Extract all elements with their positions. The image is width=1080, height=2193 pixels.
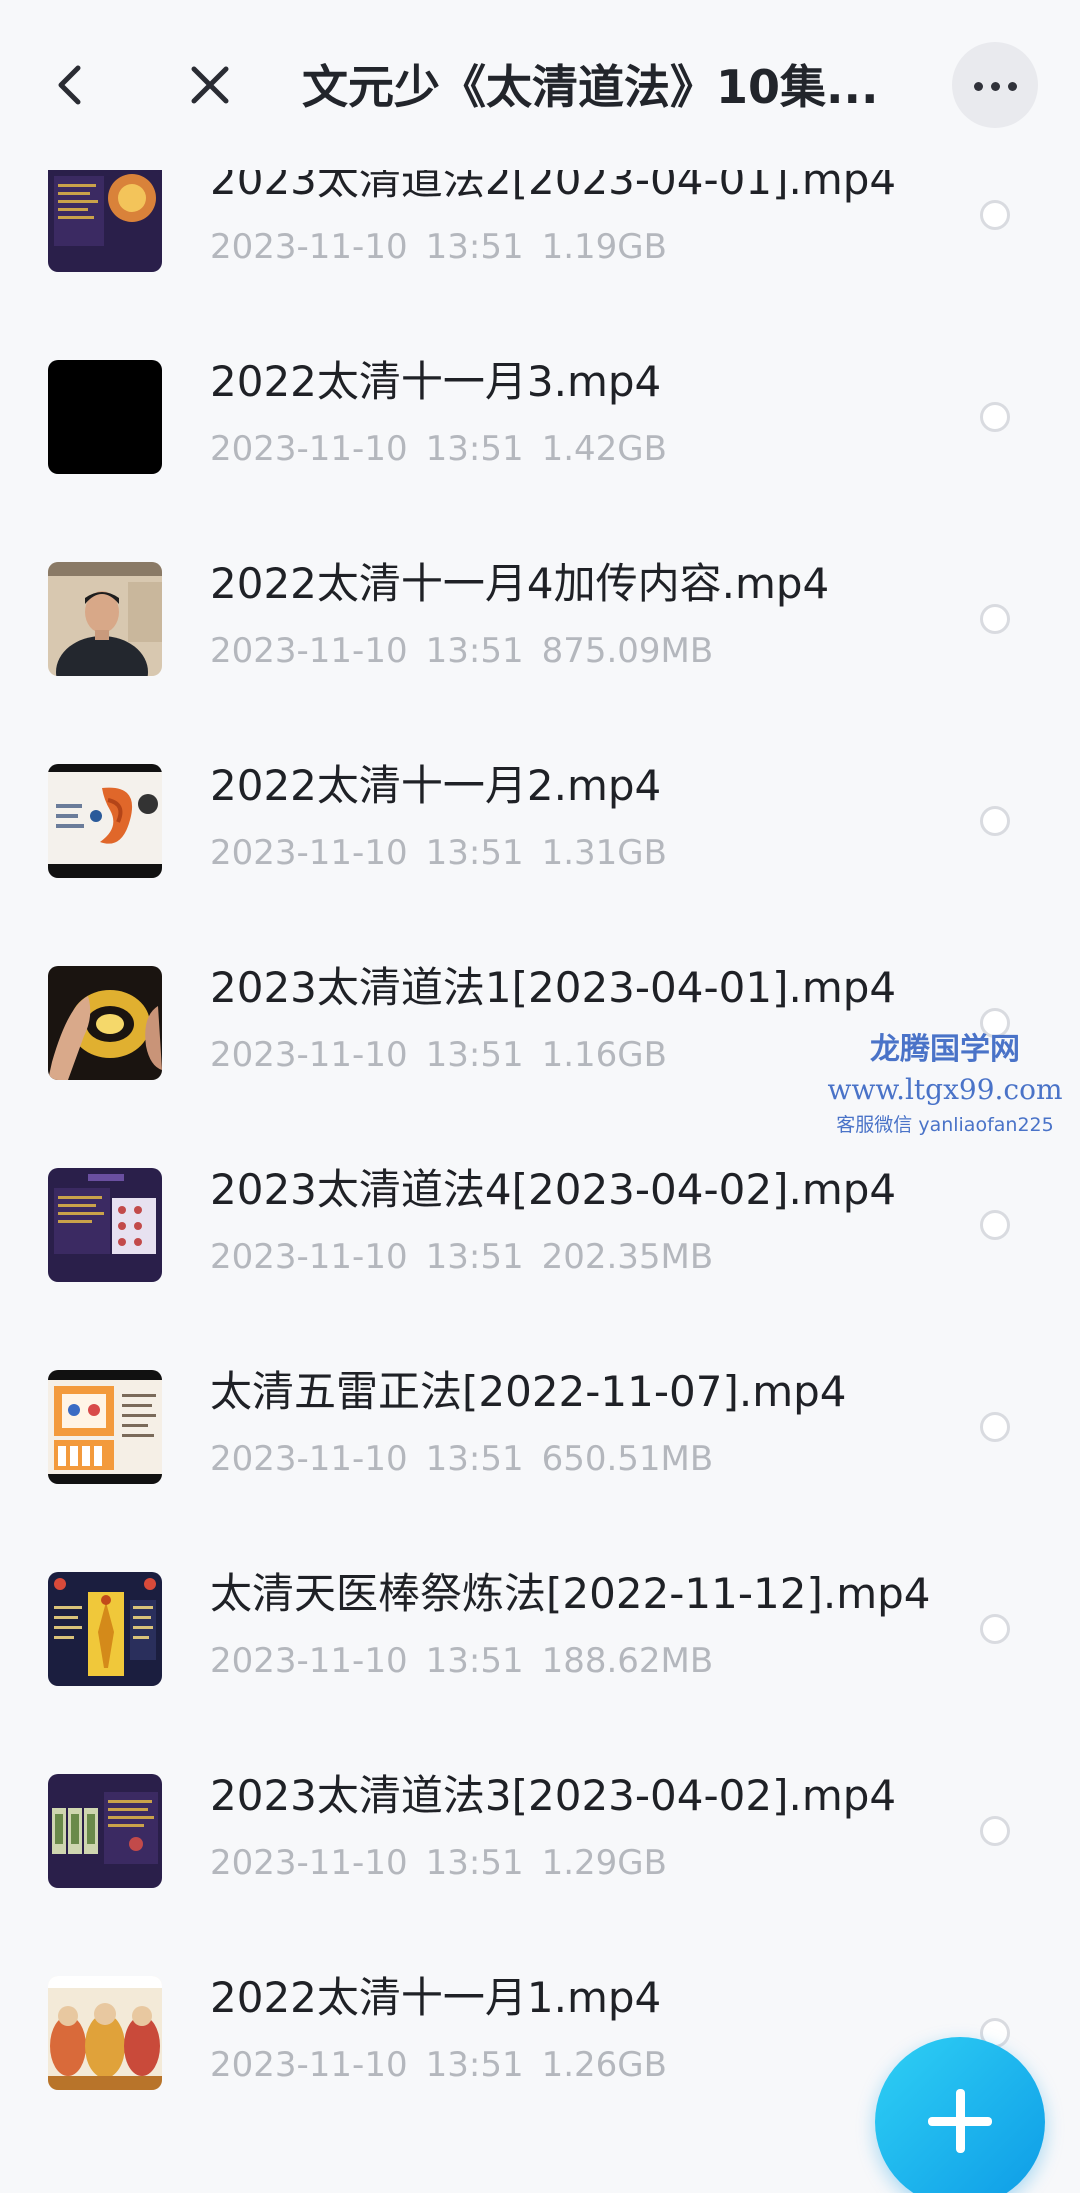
top-bar: 文元少《太清道法》10集...: [0, 0, 1080, 170]
file-name: 太清天医棒祭炼法[2022-11-12].mp4: [210, 1569, 931, 1618]
select-radio[interactable]: [980, 1412, 1010, 1442]
file-size: 1.26GB: [541, 2045, 667, 2085]
file-meta: 2023-11-10 13:51 1.29GB: [210, 1840, 667, 1886]
file-meta: 2023-11-10 13:51 202.35MB: [210, 1234, 713, 1280]
file-time: 13:51: [425, 2045, 524, 2085]
file-meta: 2023-11-10 13:51 1.31GB: [210, 830, 667, 876]
video-thumbnail: [48, 360, 162, 474]
file-row[interactable]: 太清五雷正法[2022-11-07].mp4 2023-11-10 13:51 650…: [0, 1356, 1080, 1560]
watermark-title: 龙腾国学网: [870, 1032, 1020, 1067]
more-button[interactable]: [952, 42, 1038, 128]
file-size: 202.35MB: [541, 1237, 714, 1277]
video-thumbnail: [48, 1572, 162, 1686]
file-name: 2023太清道法1[2023-04-01].mp4: [210, 963, 897, 1012]
file-size: 1.16GB: [541, 1035, 667, 1075]
file-size: 1.29GB: [541, 1843, 667, 1883]
file-row[interactable]: 太清天医棒祭炼法[2022-11-12].mp4 2023-11-10 13:51 1…: [0, 1558, 1080, 1762]
file-row[interactable]: 2022太清十一月2.mp4 2023-11-10 13:51 1.31GB: [0, 750, 1080, 954]
select-radio[interactable]: [980, 1614, 1010, 1644]
video-thumbnail: [48, 1774, 162, 1888]
file-time: 13:51: [425, 1439, 524, 1479]
file-time: 13:51: [425, 833, 524, 873]
file-meta: 2023-11-10 13:51 1.19GB: [210, 224, 667, 270]
file-row[interactable]: 2023太清道法4[2023-04-02].mp4 2023-11-10 13:51…: [0, 1154, 1080, 1358]
file-date: 2023-11-10: [210, 1035, 408, 1075]
file-date: 2023-11-10: [210, 429, 408, 469]
file-time: 13:51: [425, 1237, 524, 1277]
file-size: 1.19GB: [541, 227, 667, 267]
file-meta: 2023-11-10 13:51 1.16GB: [210, 1032, 667, 1078]
file-date: 2023-11-10: [210, 1843, 408, 1883]
file-date: 2023-11-10: [210, 1237, 408, 1277]
file-time: 13:51: [425, 227, 524, 267]
video-thumbnail: [48, 1976, 162, 2090]
file-time: 13:51: [425, 429, 524, 469]
file-size: 1.31GB: [541, 833, 667, 873]
select-radio[interactable]: [980, 1816, 1010, 1846]
back-button[interactable]: [25, 40, 115, 130]
select-radio[interactable]: [980, 604, 1010, 634]
file-row[interactable]: 2022太清十一月4加传内容.mp4 2023-11-10 13:51 875.09M…: [0, 548, 1080, 752]
file-size: 188.62MB: [541, 1641, 714, 1681]
add-button[interactable]: [875, 2037, 1045, 2193]
file-size: 1.42GB: [541, 429, 667, 469]
watermark-url: www.ltgx99.com: [827, 1073, 1063, 1106]
file-meta: 2023-11-10 13:51 188.62MB: [210, 1638, 713, 1684]
file-time: 13:51: [425, 1035, 524, 1075]
file-date: 2023-11-10: [210, 1439, 408, 1479]
file-date: 2023-11-10: [210, 1641, 408, 1681]
file-time: 13:51: [425, 1843, 524, 1883]
file-meta: 2023-11-10 13:51 1.26GB: [210, 2042, 667, 2088]
file-name: 2022太清十一月4加传内容.mp4: [210, 559, 830, 608]
video-thumbnail: [48, 158, 162, 272]
file-time: 13:51: [425, 1641, 524, 1681]
file-date: 2023-11-10: [210, 631, 408, 671]
file-size: 650.51MB: [541, 1439, 714, 1479]
file-name: 2022太清十一月2.mp4: [210, 761, 662, 810]
file-row[interactable]: 2023太清道法3[2023-04-02].mp4 2023-11-10 13:51…: [0, 1760, 1080, 1964]
file-row[interactable]: 2023太清道法2[2023-04-01].mp4 2023-11-10 13:51…: [0, 144, 1080, 348]
video-thumbnail: [48, 1168, 162, 1282]
video-thumbnail: [48, 764, 162, 878]
file-name: 2023太清道法4[2023-04-02].mp4: [210, 1165, 897, 1214]
page-title: 文元少《太清道法》10集...: [302, 60, 879, 114]
file-time: 13:51: [425, 631, 524, 671]
video-thumbnail: [48, 562, 162, 676]
file-name: 2022太清十一月3.mp4: [210, 357, 662, 406]
chevron-left-icon: [58, 65, 81, 105]
file-row[interactable]: 2022太清十一月3.mp4 2023-11-10 13:51 1.42GB: [0, 346, 1080, 550]
select-radio[interactable]: [980, 402, 1010, 432]
more-horizontal-icon: [970, 76, 1021, 95]
select-radio[interactable]: [980, 806, 1010, 836]
select-radio[interactable]: [980, 200, 1010, 230]
video-thumbnail: [48, 1370, 162, 1484]
select-radio[interactable]: [980, 1210, 1010, 1240]
file-meta: 2023-11-10 13:51 875.09MB: [210, 628, 713, 674]
file-meta: 2023-11-10 13:51 650.51MB: [210, 1436, 713, 1482]
file-name: 太清五雷正法[2022-11-07].mp4: [210, 1367, 847, 1416]
file-name: 2023太清道法3[2023-04-02].mp4: [210, 1771, 897, 1820]
file-size: 875.09MB: [541, 631, 714, 671]
file-date: 2023-11-10: [210, 833, 408, 873]
close-icon: [191, 66, 229, 104]
file-name: 2022太清十一月1.mp4: [210, 1973, 662, 2022]
watermark: 龙腾国学网 www.ltgx99.com 客服微信 yanliaofan225: [815, 1030, 1075, 1140]
video-thumbnail: [48, 966, 162, 1080]
file-date: 2023-11-10: [210, 227, 408, 267]
file-date: 2023-11-10: [210, 2045, 408, 2085]
close-button[interactable]: [165, 40, 255, 130]
watermark-contact: 客服微信 yanliaofan225: [836, 1114, 1054, 1136]
file-list-screen: 2023太清道法2[2023-04-01].mp4 2023-11-10 13:51…: [0, 0, 1080, 2193]
file-meta: 2023-11-10 13:51 1.42GB: [210, 426, 667, 472]
